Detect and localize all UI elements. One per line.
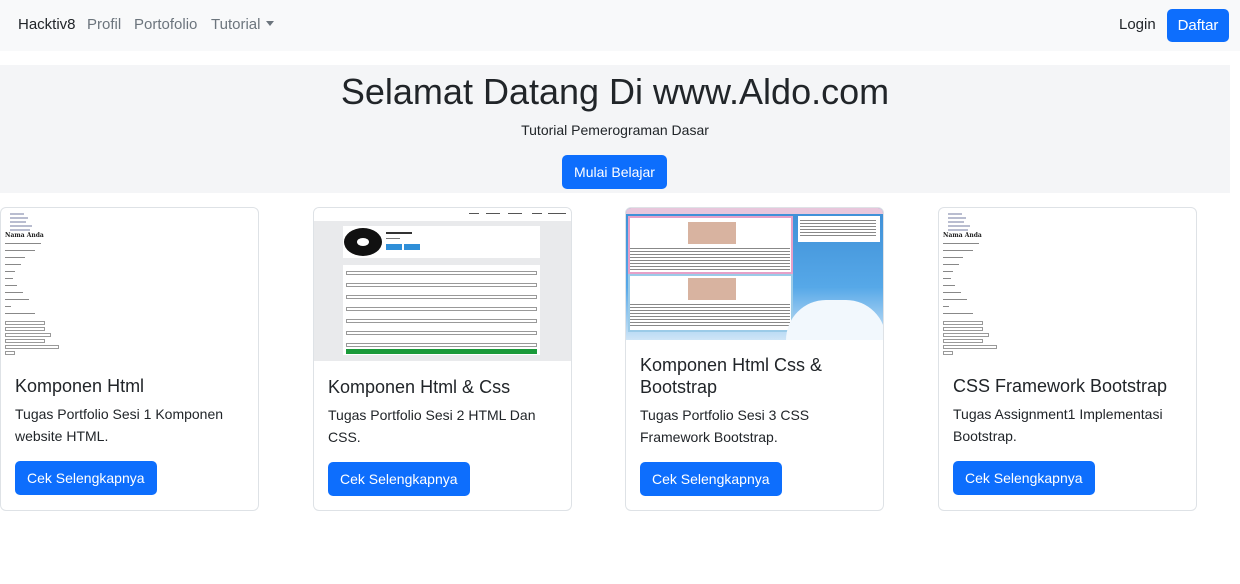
card-text: Tugas Portfolio Sesi 3 CSS Framework Boo… [640, 407, 810, 445]
portfolio-card: Nama Anda Komponen Html Tugas Portfolio … [0, 207, 259, 511]
hero-section: Selamat Datang Di www.Aldo.com Tutorial … [0, 65, 1230, 193]
card-thumbnail: Nama Anda [939, 208, 1196, 361]
card-title: Komponen Html Css & Bootstrap [640, 355, 823, 397]
thumbnail-heading: Nama Anda [5, 232, 44, 239]
navbar-brand[interactable]: Hacktiv8 [18, 16, 76, 33]
nav-dropdown-tutorial[interactable]: Tutorial [211, 16, 275, 33]
card-title: Komponen Html & Css [328, 377, 511, 397]
portfolio-card: Komponen Html & Css Tugas Portfolio Sesi… [313, 207, 572, 511]
card-thumbnail [626, 208, 883, 340]
card-title: CSS Framework Bootstrap [953, 376, 1168, 396]
card-text: Tugas Assignment1 Implementasi Bootstrap… [953, 406, 1163, 444]
start-learning-button[interactable]: Mulai Belajar [562, 155, 667, 189]
nav-link-profil[interactable]: Profil [87, 16, 121, 33]
card-text: Tugas Portfolio Sesi 1 Komponen website … [15, 406, 224, 444]
details-button[interactable]: Cek Selengkapnya [328, 462, 470, 496]
details-button[interactable]: Cek Selengkapnya [15, 461, 157, 495]
login-link[interactable]: Login [1119, 16, 1156, 33]
portfolio-card: Komponen Html Css & Bootstrap Tugas Port… [625, 207, 884, 511]
nav-dropdown-tutorial-label: Tutorial [211, 16, 261, 33]
navbar: Hacktiv8 Profil Portofolio Tutorial Logi… [0, 0, 1240, 51]
portfolio-card: Nama Anda CSS Framework Bootstrap Tugas … [938, 207, 1197, 511]
thumbnail-heading: Nama Anda [943, 232, 982, 239]
nav-link-portofolio[interactable]: Portofolio [134, 16, 197, 33]
card-thumbnail [314, 208, 571, 361]
hero-title: Selamat Datang Di www.Aldo.com [340, 71, 890, 112]
details-button[interactable]: Cek Selengkapnya [640, 462, 782, 496]
card-thumbnail: Nama Anda [1, 208, 258, 361]
card-text: Tugas Portfolio Sesi 2 HTML Dan CSS. [328, 407, 536, 445]
details-button[interactable]: Cek Selengkapnya [953, 461, 1095, 495]
hero-subtitle: Tutorial Pemerograman Dasar [521, 122, 709, 138]
signup-button[interactable]: Daftar [1167, 9, 1229, 42]
card-title: Komponen Html [15, 376, 145, 396]
caret-down-icon [266, 21, 275, 26]
